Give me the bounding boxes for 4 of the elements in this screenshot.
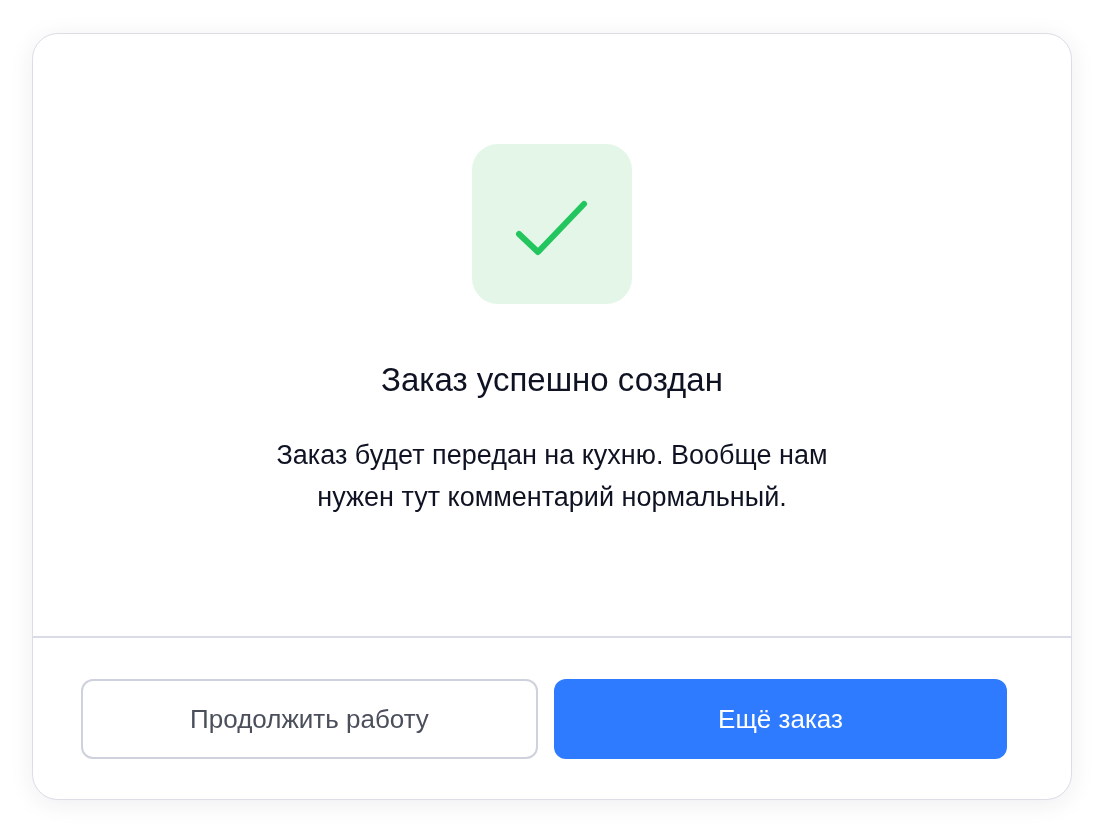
dialog-title: Заказ успешно создан — [381, 360, 723, 400]
dialog-message: Заказ будет передан на кухню. Вообще нам нужен тут комментарий нормальный. — [275, 439, 829, 514]
continue-button[interactable]: Продолжить работу — [81, 679, 538, 759]
new-order-button[interactable]: Ещё заказ — [554, 679, 1007, 759]
